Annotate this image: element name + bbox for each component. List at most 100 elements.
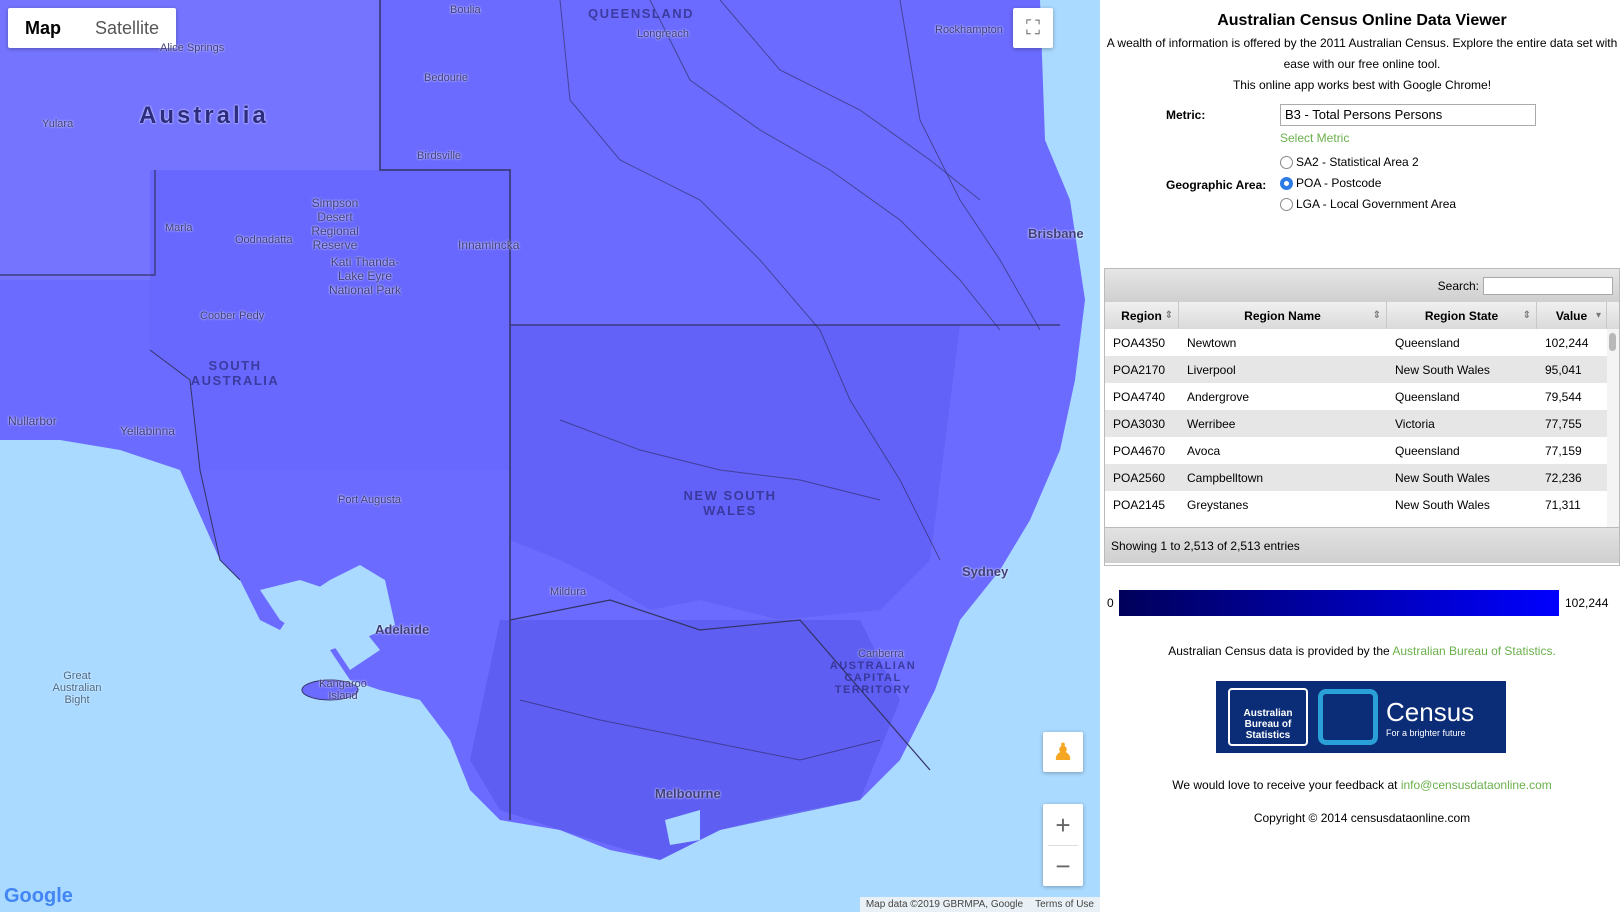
zoom-in-button[interactable]: + <box>1055 805 1070 845</box>
terms-link[interactable]: Terms of Use <box>1035 899 1094 910</box>
column-header-region-name[interactable]: Region Name <box>1179 302 1387 329</box>
radio-icon[interactable] <box>1280 176 1293 190</box>
place-label: Mildura <box>550 586 587 598</box>
cell: 77,755 <box>1545 416 1582 431</box>
column-header-region-state[interactable]: Region State <box>1387 302 1537 329</box>
metric-field[interactable]: B3 - Total Persons Persons <box>1280 104 1536 126</box>
place-label: Yulara <box>42 118 74 130</box>
place-label: Yellabinna <box>120 424 175 438</box>
place-label: Adelaide <box>375 622 430 637</box>
feedback-email-link[interactable]: info@censusdataonline.com <box>1401 778 1552 792</box>
cell: POA4350 <box>1113 335 1166 350</box>
table-row[interactable]: POA2560 Campbelltown New South Wales 72,236 <box>1105 464 1619 491</box>
radio-sa2[interactable]: SA2 - Statistical Area 2 <box>1280 155 1419 169</box>
state-label-act: AUSTRALIAN CAPITAL TERRITORY <box>829 660 917 696</box>
zoom-control: + − <box>1043 804 1083 886</box>
attribution-text: Map data ©2019 GBRMPA, Google <box>865 899 1024 910</box>
feedback-note: We would love to receive your feedback a… <box>1100 778 1624 792</box>
fullscreen-button[interactable]: ⛶ <box>1013 8 1053 48</box>
intro-text: A wealth of information is offered by th… <box>1106 36 1618 71</box>
cell: 102,244 <box>1545 335 1589 350</box>
legend-gradient <box>1119 590 1559 616</box>
table-scrollbar[interactable] <box>1607 329 1619 527</box>
select-metric-link[interactable]: Select Metric <box>1280 131 1349 145</box>
intro-chrome-note: This online app works best with Google C… <box>1232 78 1492 92</box>
pegman-button[interactable]: ♟ <box>1043 732 1083 772</box>
column-header-value[interactable]: Value <box>1537 302 1607 329</box>
table-row[interactable]: POA4740 Andergrove Queensland 79,544 <box>1105 383 1619 410</box>
cell: POA2145 <box>1113 497 1166 512</box>
place-label: Coober Pedy <box>200 310 265 322</box>
cell: 72,236 <box>1545 470 1582 485</box>
radio-poa[interactable]: POA - Postcode <box>1280 176 1381 190</box>
zoom-out-button[interactable]: − <box>1055 846 1070 886</box>
metric-form: Metric: B3 - Total Persons Persons Selec… <box>1100 96 1624 236</box>
cell: POA3030 <box>1113 416 1166 431</box>
copyright: Copyright © 2014 censusdataonline.com <box>1253 811 1471 825</box>
legend-max: 102,244 <box>1565 596 1609 610</box>
table-info: Showing 1 to 2,513 of 2,513 entries <box>1105 527 1619 563</box>
cell: 71,311 <box>1545 497 1581 512</box>
cell: POA2170 <box>1113 362 1166 377</box>
cell: Avoca <box>1187 443 1221 458</box>
table-row[interactable]: POA2145 Greystanes New South Wales 71,311 <box>1105 491 1619 518</box>
place-label: Boulia <box>450 4 481 16</box>
table-row[interactable]: POA4670 Avoca Queensland 77,159 <box>1105 437 1619 464</box>
table-header: Region Region Name Region State Value <box>1105 302 1619 329</box>
page-title: Australian Census Online Data Viewer <box>1217 12 1507 29</box>
state-label-nsw: NEW SOUTH WALES <box>683 488 777 518</box>
radio-label: POA - Postcode <box>1296 176 1382 190</box>
google-logo[interactable]: Google <box>4 885 73 908</box>
abs-link[interactable]: Australian Bureau of Statistics. <box>1392 644 1555 658</box>
place-label: Sydney <box>962 564 1009 579</box>
cell: POA4740 <box>1113 389 1166 404</box>
radio-icon[interactable] <box>1280 155 1293 169</box>
radio-label: LGA - Local Government Area <box>1296 197 1457 211</box>
geo-area-label: Geographic Area: <box>1166 178 1267 192</box>
legend-min: 0 <box>1107 596 1114 610</box>
search-input[interactable] <box>1483 276 1613 295</box>
cell: Victoria <box>1395 416 1435 431</box>
map-attribution: Map data ©2019 GBRMPA, Google Terms of U… <box>859 897 1100 912</box>
place-label: Melbourne <box>655 786 721 801</box>
cell: POA4670 <box>1113 443 1166 458</box>
cell: Greystanes <box>1187 497 1249 512</box>
place-label: Brisbane <box>1028 226 1084 241</box>
place-label: Longreach <box>637 28 689 40</box>
cell: Newtown <box>1187 335 1237 350</box>
place-label: Nullarbor <box>8 414 57 428</box>
radio-label: SA2 - Statistical Area 2 <box>1296 155 1419 169</box>
cell: Andergrove <box>1187 389 1250 404</box>
data-table: Search: Region Region Name Region State … <box>1104 268 1620 566</box>
place-label: Birdsville <box>417 150 462 162</box>
scrollbar-thumb[interactable] <box>1609 333 1616 351</box>
table-toolbar: Search: <box>1105 269 1619 302</box>
map-tiles[interactable] <box>0 0 1100 912</box>
cell: New South Wales <box>1395 497 1490 512</box>
map-type-control: Map Satellite <box>8 8 177 48</box>
state-label-qld: QUEENSLAND <box>588 6 695 21</box>
table-row[interactable]: POA4350 Newtown Queensland 102,244 <box>1105 329 1619 356</box>
place-label: Canberra <box>858 648 904 660</box>
country-label: Australia <box>139 102 269 129</box>
provided-text: Australian Census data is provided by th… <box>1168 644 1393 658</box>
radio-lga[interactable]: LGA - Local Government Area <box>1280 197 1456 211</box>
table-body[interactable]: POA4350 Newtown Queensland 102,244 POA2170 L… <box>1105 329 1619 527</box>
table-row[interactable]: POA3030 Werribee Victoria 77,755 <box>1105 410 1619 437</box>
place-label: Innamincka <box>458 238 520 252</box>
place-label: Bedourie <box>424 72 469 84</box>
map-type-map[interactable]: Map <box>8 8 78 48</box>
cell: New South Wales <box>1395 362 1490 377</box>
radio-icon[interactable] <box>1280 197 1293 211</box>
cell: Campbelltown <box>1187 470 1264 485</box>
table-row[interactable]: POA2170 Liverpool New South Wales 95,041 <box>1105 356 1619 383</box>
place-label: Port Augusta <box>338 494 401 506</box>
cell: Queensland <box>1395 443 1460 458</box>
census-word: Census <box>1386 696 1475 727</box>
column-header-region[interactable]: Region <box>1105 302 1179 329</box>
pegman-icon: ♟ <box>1052 738 1074 766</box>
place-label: Rockhampton <box>935 24 1003 36</box>
census-banner[interactable]: Australian Bureau of Statistics Census F… <box>1216 681 1506 753</box>
place-label: Oodnadatta <box>235 234 293 246</box>
map-canvas[interactable]: Map Satellite ⛶ Australia QUEENSLAND SOU… <box>0 0 1100 912</box>
